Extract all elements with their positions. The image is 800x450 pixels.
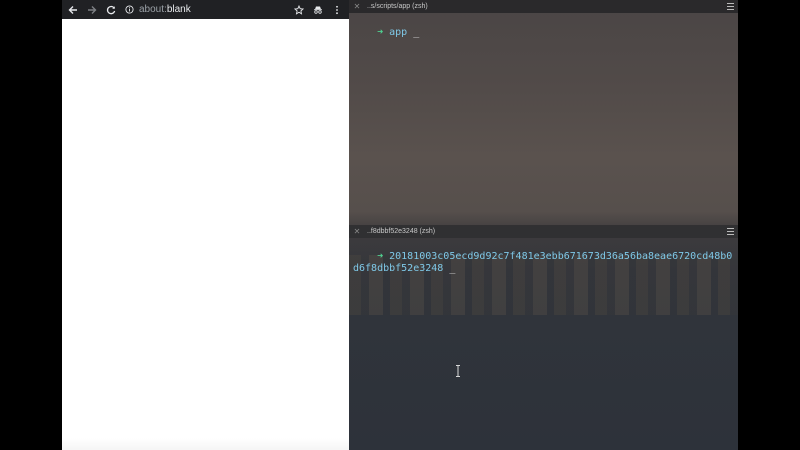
pane-title-top: ..s/scripts/app (zsh) [367,3,428,10]
terminal-pane-header-bottom: ✕ ..f8dbbf52e3248 (zsh) [349,225,738,238]
browser-menu-button[interactable] [329,2,345,18]
terminal-pane-top[interactable]: ➜ app _ [353,15,736,51]
reload-icon [106,5,116,14]
page-bottom-shadow [62,438,349,450]
incognito-icon [314,6,322,14]
back-button[interactable] [65,2,81,18]
prompt-arrow-icon: ➜ [377,251,384,262]
info-icon[interactable] [125,5,134,14]
browser-page-content[interactable] [62,19,349,450]
arrow-left-icon [68,5,77,14]
hamburger-menu-icon[interactable] [724,3,736,11]
bookmark-button[interactable] [291,2,307,18]
text-cursor: _ [413,27,420,38]
prompt-arrow-icon: ➜ [377,27,384,38]
close-pane-icon[interactable]: ✕ [351,227,363,236]
star-icon [294,4,304,15]
ibeam-cursor-icon [456,365,460,377]
address-bar[interactable]: about: blank [125,2,288,18]
url-path: blank [166,4,191,15]
url-scheme: about: [139,4,167,15]
hamburger-menu-icon[interactable] [724,228,736,236]
browser-window: about: blank [62,0,349,450]
top-command: app [389,27,408,38]
browser-toolbar: about: blank [62,0,349,19]
terminal-window: ✕ ..s/scripts/app (zsh) ➜ app _ ✕ ..f8dbb… [349,0,738,450]
forward-button[interactable] [84,2,100,18]
terminal-pane-header-top: ✕ ..s/scripts/app (zsh) [349,0,738,13]
reload-button[interactable] [103,2,119,18]
arrow-right-icon [88,5,97,14]
pane-title-bottom: ..f8dbbf52e3248 (zsh) [367,228,436,235]
incognito-extension-button[interactable] [310,2,326,18]
close-pane-icon[interactable]: ✕ [351,2,363,11]
bottom-command: 20181003c05ecd9d92c7f481e3ebb671673d36a5… [353,251,733,274]
desktop-right-edge [738,0,800,450]
terminal-pane-bottom[interactable]: ➜ 20181003c05ecd9d92c7f481e3ebb671673d36a… [353,239,736,287]
kebab-menu-icon [336,5,338,14]
desktop-left-edge [0,0,62,450]
text-cursor: _ [449,263,456,274]
